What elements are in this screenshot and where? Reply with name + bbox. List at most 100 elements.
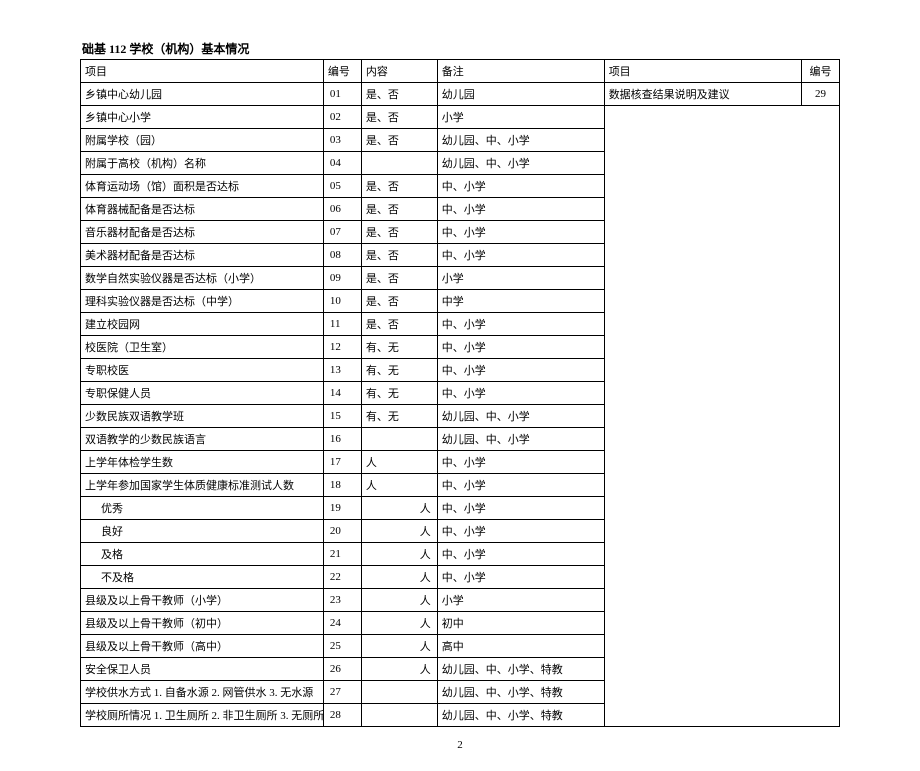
cell-remark: 中、小学	[437, 359, 604, 382]
document-title: 础基 112 学校（机构）基本情况	[80, 40, 840, 57]
cell-content: 是、否	[361, 313, 437, 336]
table-row: 乡镇中心幼儿园01是、否幼儿园数据核查结果说明及建议29	[81, 83, 840, 106]
cell-content: 有、无	[361, 359, 437, 382]
cell-num: 09	[323, 267, 361, 290]
cell-remark: 中、小学	[437, 474, 604, 497]
cell-num: 26	[323, 658, 361, 681]
cell-item: 少数民族双语教学班	[81, 405, 324, 428]
cell-content: 人	[361, 520, 437, 543]
cell-num: 22	[323, 566, 361, 589]
cell-num: 27	[323, 681, 361, 704]
cell-content: 是、否	[361, 198, 437, 221]
cell-content: 人	[361, 474, 437, 497]
cell-content: 是、否	[361, 106, 437, 129]
cell-remark: 中学	[437, 290, 604, 313]
cell-num: 05	[323, 175, 361, 198]
cell-content	[361, 681, 437, 704]
cell-item: 不及格	[81, 566, 324, 589]
cell-item: 校医院（卫生室）	[81, 336, 324, 359]
cell-remark: 小学	[437, 267, 604, 290]
cell-remark: 中、小学	[437, 382, 604, 405]
cell-num: 14	[323, 382, 361, 405]
cell-item: 上学年体检学生数	[81, 451, 324, 474]
cell-content	[361, 152, 437, 175]
cell-remark: 中、小学	[437, 566, 604, 589]
cell-num: 12	[323, 336, 361, 359]
cell-item: 建立校园网	[81, 313, 324, 336]
cell-num: 28	[323, 704, 361, 727]
header-remark: 备注	[437, 60, 604, 83]
cell-content: 是、否	[361, 267, 437, 290]
cell-remark: 幼儿园、中、小学	[437, 405, 604, 428]
cell-item: 双语教学的少数民族语言	[81, 428, 324, 451]
cell-content: 人	[361, 635, 437, 658]
cell-remark: 中、小学	[437, 497, 604, 520]
cell-num: 03	[323, 129, 361, 152]
header-num-left: 编号	[323, 60, 361, 83]
cell-num: 02	[323, 106, 361, 129]
cell-num: 08	[323, 244, 361, 267]
cell-remark: 初中	[437, 612, 604, 635]
cell-item: 良好	[81, 520, 324, 543]
cell-num: 07	[323, 221, 361, 244]
cell-content: 是、否	[361, 83, 437, 106]
cell-num: 23	[323, 589, 361, 612]
cell-item: 体育器械配备是否达标	[81, 198, 324, 221]
cell-content: 人	[361, 497, 437, 520]
cell-item: 体育运动场（馆）面积是否达标	[81, 175, 324, 198]
cell-remark: 幼儿园、中、小学、特教	[437, 704, 604, 727]
cell-content: 有、无	[361, 382, 437, 405]
cell-num: 10	[323, 290, 361, 313]
cell-item: 美术器材配备是否达标	[81, 244, 324, 267]
cell-right-item: 数据核查结果说明及建议	[604, 83, 801, 106]
cell-num: 15	[323, 405, 361, 428]
cell-item: 附属学校（园）	[81, 129, 324, 152]
cell-item: 理科实验仪器是否达标（中学）	[81, 290, 324, 313]
cell-num: 16	[323, 428, 361, 451]
cell-item: 专职校医	[81, 359, 324, 382]
cell-remark: 中、小学	[437, 221, 604, 244]
cell-num: 11	[323, 313, 361, 336]
cell-remark: 中、小学	[437, 313, 604, 336]
cell-remark: 幼儿园、中、小学	[437, 129, 604, 152]
cell-content: 是、否	[361, 290, 437, 313]
cell-num: 04	[323, 152, 361, 175]
cell-remark: 中、小学	[437, 244, 604, 267]
cell-item: 及格	[81, 543, 324, 566]
cell-item: 县级及以上骨干教师（小学）	[81, 589, 324, 612]
cell-num: 18	[323, 474, 361, 497]
cell-content: 人	[361, 612, 437, 635]
cell-remark: 幼儿园、中、小学、特教	[437, 658, 604, 681]
main-table: 项目 编号 内容 备注 项目 编号 乡镇中心幼儿园01是、否幼儿园数据核查结果说…	[80, 59, 840, 727]
cell-right-merged	[604, 106, 839, 727]
cell-remark: 中、小学	[437, 520, 604, 543]
cell-remark: 中、小学	[437, 198, 604, 221]
cell-item: 乡镇中心小学	[81, 106, 324, 129]
page-number: 2	[80, 739, 840, 751]
cell-content: 是、否	[361, 221, 437, 244]
cell-item: 优秀	[81, 497, 324, 520]
cell-remark: 幼儿园、中、小学、特教	[437, 681, 604, 704]
header-item-right: 项目	[604, 60, 801, 83]
cell-item: 音乐器材配备是否达标	[81, 221, 324, 244]
cell-content	[361, 704, 437, 727]
cell-remark: 幼儿园、中、小学	[437, 152, 604, 175]
cell-remark: 幼儿园、中、小学	[437, 428, 604, 451]
cell-item: 学校供水方式 1. 自备水源 2. 网管供水 3. 无水源	[81, 681, 324, 704]
cell-content: 有、无	[361, 336, 437, 359]
cell-remark: 幼儿园	[437, 83, 604, 106]
cell-content: 是、否	[361, 129, 437, 152]
cell-remark: 小学	[437, 106, 604, 129]
cell-item: 附属于高校（机构）名称	[81, 152, 324, 175]
table-row: 乡镇中心小学02是、否小学	[81, 106, 840, 129]
cell-num: 13	[323, 359, 361, 382]
cell-num: 20	[323, 520, 361, 543]
cell-num: 17	[323, 451, 361, 474]
cell-content: 人	[361, 589, 437, 612]
cell-num: 25	[323, 635, 361, 658]
cell-item: 县级及以上骨干教师（初中）	[81, 612, 324, 635]
cell-item: 乡镇中心幼儿园	[81, 83, 324, 106]
cell-remark: 高中	[437, 635, 604, 658]
header-num-right: 编号	[802, 60, 840, 83]
cell-num: 06	[323, 198, 361, 221]
